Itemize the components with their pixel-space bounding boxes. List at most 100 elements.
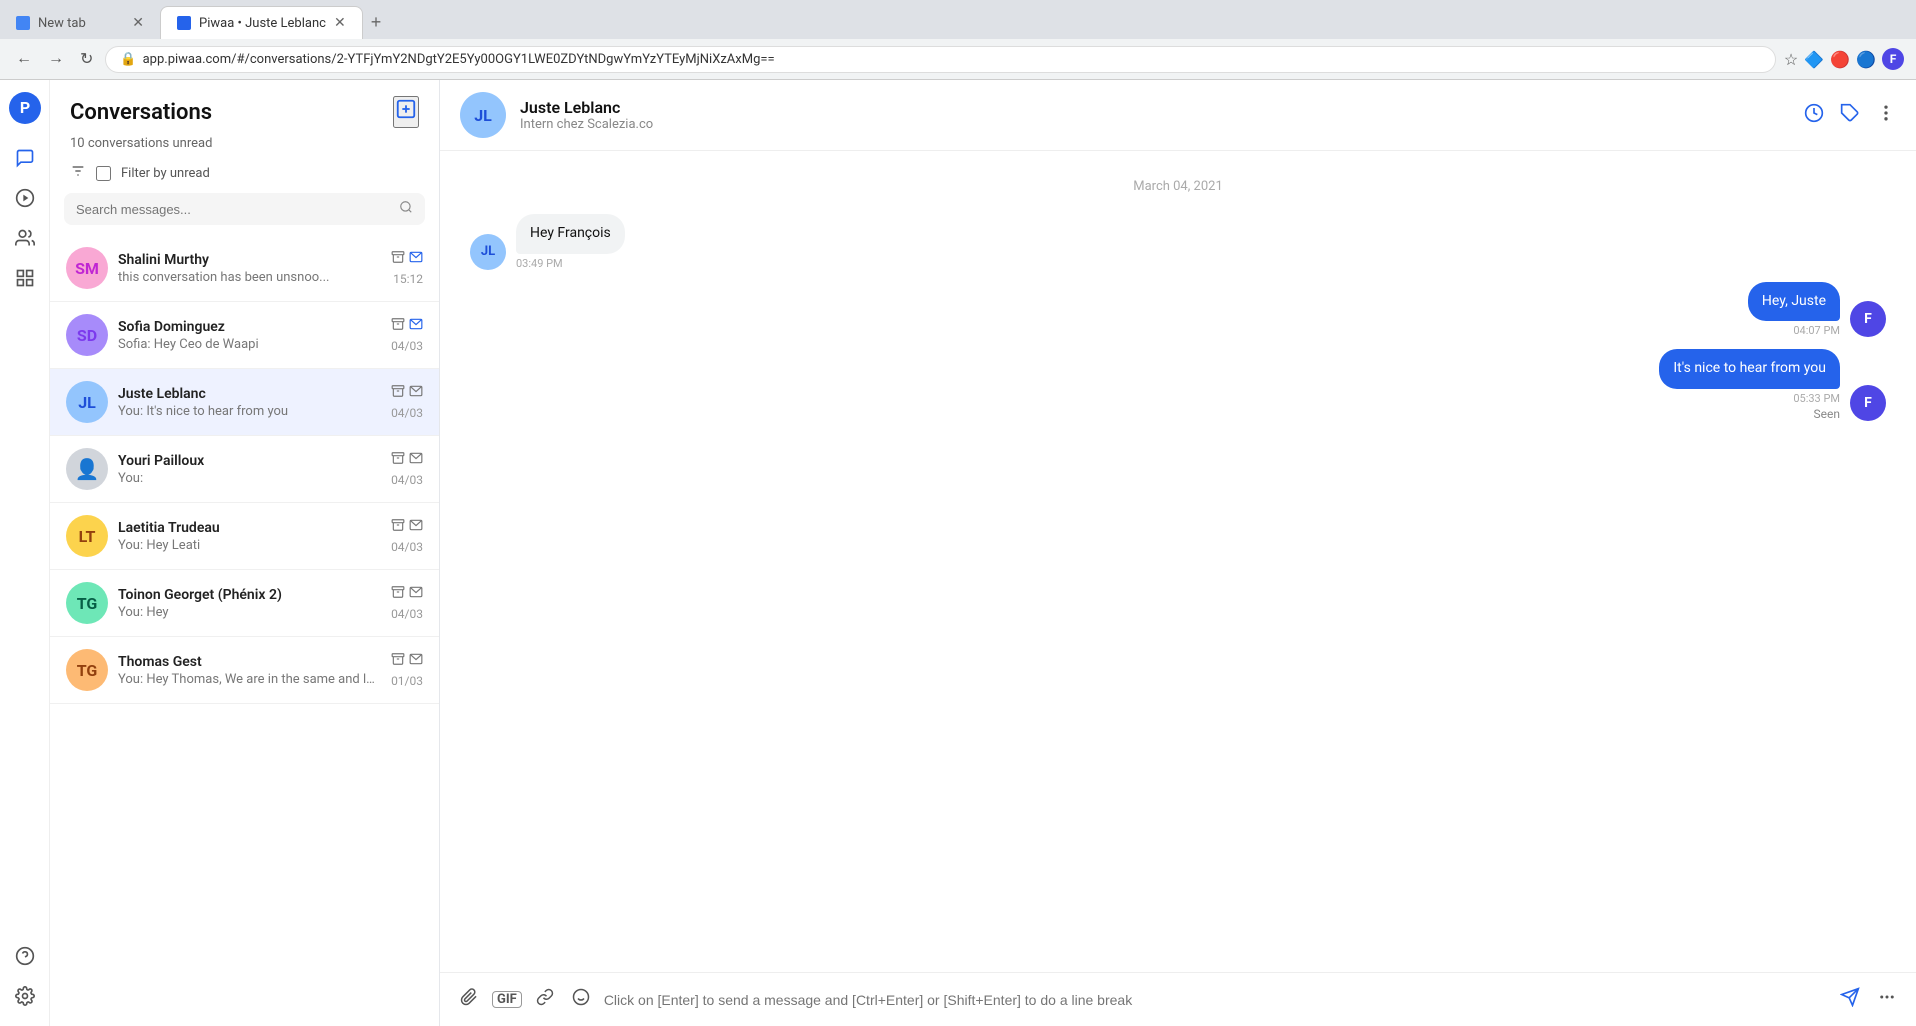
conv-time: 04/03 xyxy=(391,406,423,420)
chat-header: JL Juste Leblanc Intern chez Scalezia.co xyxy=(440,80,1916,151)
tab-new-tab[interactable]: New tab ✕ xyxy=(0,7,160,39)
star-icon[interactable]: ☆ xyxy=(1784,50,1798,69)
archive-icon[interactable] xyxy=(391,585,405,603)
app: P xyxy=(0,80,1916,1026)
conv-name: Sofia Dominguez xyxy=(118,319,381,335)
nav-icon-settings[interactable] xyxy=(7,978,43,1014)
gif-button[interactable]: GIF xyxy=(492,991,522,1008)
archive-icon[interactable] xyxy=(391,652,405,670)
conv-name: Youri Pailloux xyxy=(118,453,381,469)
back-button[interactable]: ← xyxy=(12,46,36,72)
message-input[interactable] xyxy=(604,984,1826,1016)
archive-icon[interactable] xyxy=(391,451,405,469)
emoji-button[interactable] xyxy=(568,984,594,1015)
tab-close[interactable]: ✕ xyxy=(132,15,144,31)
extension-icon2[interactable]: 🔴 xyxy=(1830,50,1850,69)
archive-icon[interactable] xyxy=(391,250,405,268)
conv-meta-sofia: 04/03 xyxy=(391,317,423,353)
conversation-list: SM Shalini Murthy this conversation has … xyxy=(50,235,439,1026)
conversation-item-laetitia[interactable]: LT Laetitia Trudeau You: Hey Leati xyxy=(50,503,439,570)
conv-time: 15:12 xyxy=(393,272,423,286)
avatar-juste: JL xyxy=(66,381,108,423)
mail-icon[interactable] xyxy=(409,585,423,603)
conversation-item-thomas[interactable]: TG Thomas Gest You: Hey Thomas, We are i… xyxy=(50,637,439,704)
mail-icon[interactable] xyxy=(409,518,423,536)
message-text: Hey, Juste xyxy=(1762,293,1826,309)
profile-icon[interactable]: F xyxy=(1882,48,1904,70)
conversation-item-shalini[interactable]: SM Shalini Murthy this conversation has … xyxy=(50,235,439,302)
avatar-thomas: TG xyxy=(66,649,108,691)
reload-button[interactable]: ↻ xyxy=(76,45,97,73)
message-text: It's nice to hear from you xyxy=(1673,360,1826,376)
archive-icon[interactable] xyxy=(391,317,405,335)
conv-meta-thomas: 01/03 xyxy=(391,652,423,688)
mail-icon[interactable] xyxy=(409,250,423,268)
nav-icon-users[interactable] xyxy=(7,220,43,256)
conv-name: Thomas Gest xyxy=(118,654,381,670)
extension-icon1[interactable]: 🔷 xyxy=(1804,50,1824,69)
nav-icon-grid[interactable] xyxy=(7,260,43,296)
conv-info-sofia: Sofia Dominguez Sofia: Hey Ceo de Waapi xyxy=(118,319,381,352)
tag-icon[interactable] xyxy=(1840,103,1860,128)
url-bar[interactable]: 🔒 app.piwaa.com/#/conversations/2-YTFjYm… xyxy=(105,46,1775,73)
chat-main: JL Juste Leblanc Intern chez Scalezia.co xyxy=(440,80,1916,1026)
conversation-item-youri[interactable]: 👤 Youri Pailloux You: 04/03 xyxy=(50,436,439,503)
message-row-received: JL Hey François 03:49 PM xyxy=(470,214,1886,270)
conv-icons xyxy=(391,585,423,603)
mail-icon[interactable] xyxy=(409,652,423,670)
svg-text:P: P xyxy=(19,98,29,117)
conv-time: 04/03 xyxy=(391,473,423,487)
nav-icon-play[interactable] xyxy=(7,180,43,216)
conv-preview: You: Hey Thomas, We are in the same and … xyxy=(118,672,381,687)
app-logo[interactable]: P xyxy=(9,92,41,124)
conv-info-shalini: Shalini Murthy this conversation has bee… xyxy=(118,252,381,285)
nav-icon-help[interactable] xyxy=(7,938,43,974)
conversation-item-toinon[interactable]: TG Toinon Georget (Phénix 2) You: Hey xyxy=(50,570,439,637)
link-button[interactable] xyxy=(532,984,558,1015)
nav-icon-chat[interactable] xyxy=(7,140,43,176)
conv-name: Shalini Murthy xyxy=(118,252,381,268)
conv-preview: this conversation has been unsnoo... xyxy=(118,270,381,285)
conv-time: 04/03 xyxy=(391,607,423,621)
search-bar xyxy=(64,193,425,225)
new-conversation-button[interactable] xyxy=(393,96,419,128)
conversation-item-juste[interactable]: JL Juste Leblanc You: It's nice to hear … xyxy=(50,369,439,436)
attachment-button[interactable] xyxy=(456,984,482,1015)
new-tab-button[interactable]: + xyxy=(363,8,390,37)
mail-icon[interactable] xyxy=(409,317,423,335)
search-input[interactable] xyxy=(76,202,391,217)
conv-meta-juste: 04/03 xyxy=(391,384,423,420)
message-bubble-sent-1: Hey, Juste xyxy=(1748,282,1840,322)
message-bubble-received: Hey François xyxy=(516,214,625,254)
message-bubble-sent-2: It's nice to hear from you xyxy=(1659,349,1840,389)
message-time: 03:49 PM xyxy=(516,257,625,270)
send-button[interactable] xyxy=(1836,983,1864,1016)
tab-piwaa-label: Piwaa • Juste Leblanc xyxy=(199,16,326,31)
message-row-sent-1: F Hey, Juste 04:07 PM xyxy=(470,282,1886,338)
conv-time: 04/03 xyxy=(391,540,423,554)
chat-messages: March 04, 2021 JL Hey François 03:49 PM … xyxy=(440,151,1916,972)
filter-unread-checkbox[interactable] xyxy=(96,166,111,181)
tab-piwaa[interactable]: Piwaa • Juste Leblanc ✕ xyxy=(160,6,363,39)
left-nav: P xyxy=(0,80,50,1026)
address-actions: ☆ 🔷 🔴 🔵 F xyxy=(1784,48,1904,70)
conv-icons xyxy=(391,652,423,670)
more-options-button[interactable] xyxy=(1874,984,1900,1015)
mail-icon[interactable] xyxy=(409,384,423,402)
forward-button[interactable]: → xyxy=(44,46,68,72)
conv-name: Toinon Georget (Phénix 2) xyxy=(118,587,381,603)
archive-icon[interactable] xyxy=(391,518,405,536)
archive-icon[interactable] xyxy=(391,384,405,402)
sidebar: Conversations 10 conversations unread Fi… xyxy=(50,80,440,1026)
mail-icon[interactable] xyxy=(409,451,423,469)
conv-meta-laetitia: 04/03 xyxy=(391,518,423,554)
filter-icon[interactable] xyxy=(70,163,86,183)
extension-icon3[interactable]: 🔵 xyxy=(1856,50,1876,69)
more-icon[interactable] xyxy=(1876,103,1896,128)
conversation-item-sofia[interactable]: SD Sofia Dominguez Sofia: Hey Ceo de Waa… xyxy=(50,302,439,369)
date-divider: March 04, 2021 xyxy=(470,179,1886,194)
tab-piwaa-close[interactable]: ✕ xyxy=(334,15,346,31)
clock-icon[interactable] xyxy=(1804,103,1824,128)
search-icon xyxy=(399,200,413,218)
chat-header-info: Juste Leblanc Intern chez Scalezia.co xyxy=(520,98,1790,132)
